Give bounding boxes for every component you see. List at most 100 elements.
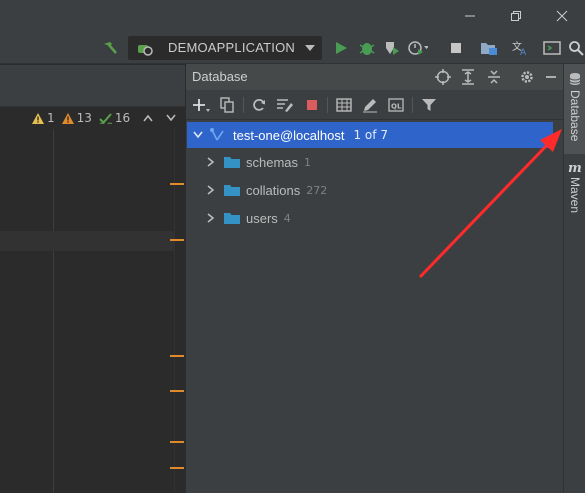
run-config-label: DEMOAPPLICATION xyxy=(168,40,296,55)
stop-icon xyxy=(451,43,461,53)
warnings-count: 1 xyxy=(47,111,55,125)
typos-indicator[interactable]: 16 xyxy=(99,111,130,125)
stripe-mark[interactable] xyxy=(170,467,184,469)
database-tool-button[interactable]: Database xyxy=(564,64,585,154)
svg-text:A: A xyxy=(520,48,527,56)
maven-tool-label: Maven xyxy=(568,177,582,214)
tree-node-schemas[interactable]: schemas 1 xyxy=(204,150,311,174)
tree-node-collations[interactable]: collations 272 xyxy=(204,178,327,202)
schema-properties-button[interactable] xyxy=(275,95,295,115)
users-count: 4 xyxy=(283,211,291,225)
debug-icon xyxy=(359,43,375,55)
users-label: users xyxy=(246,210,278,226)
restore-button[interactable] xyxy=(493,0,539,32)
collations-label: collations xyxy=(246,182,301,198)
expand-all-button[interactable] xyxy=(458,67,478,87)
search-everywhere-button[interactable] xyxy=(566,38,585,58)
refresh-button[interactable] xyxy=(249,95,269,115)
chevron-right-icon[interactable] xyxy=(204,157,218,167)
stop-connection-button[interactable] xyxy=(302,95,322,115)
minimize-panel-icon xyxy=(546,76,556,78)
maven-icon: m xyxy=(568,161,582,173)
chevron-right-icon[interactable] xyxy=(204,213,218,223)
stripe-mark[interactable] xyxy=(170,239,184,241)
close-window-button[interactable] xyxy=(539,0,585,32)
project-structure-button[interactable] xyxy=(479,38,499,58)
database-panel-header: Database xyxy=(186,64,564,90)
console-icon: QL xyxy=(388,98,404,112)
search-icon xyxy=(569,41,584,56)
close-icon xyxy=(556,10,568,22)
hammer-icon xyxy=(104,42,117,54)
main-toolbar: DEMOAPPLICATION 文A xyxy=(0,32,585,64)
warnings-indicator[interactable]: 1 xyxy=(32,111,55,125)
hide-panel-button[interactable] xyxy=(541,67,561,87)
run-config-selector[interactable]: DEMOAPPLICATION xyxy=(128,36,322,60)
folder-icon xyxy=(224,185,240,196)
profile-button[interactable] xyxy=(408,38,428,58)
caret-row-highlight xyxy=(0,231,174,251)
inspection-widget[interactable]: 1 13 16 xyxy=(32,107,176,129)
stop-button[interactable] xyxy=(446,38,466,58)
schemas-label: schemas xyxy=(246,154,299,170)
stripe-mark[interactable] xyxy=(170,390,184,392)
database-icon xyxy=(569,73,581,85)
crosshair-icon xyxy=(435,69,451,85)
restore-icon xyxy=(511,11,521,21)
expand-all-icon xyxy=(462,69,474,85)
locate-button[interactable] xyxy=(433,67,453,87)
table-icon xyxy=(336,98,352,112)
typos-count: 16 xyxy=(114,111,131,125)
folder-icon xyxy=(224,213,240,224)
chevron-right-icon[interactable] xyxy=(204,185,218,195)
toolbar-separator xyxy=(327,97,328,113)
filter-button[interactable] xyxy=(419,95,439,115)
debug-button[interactable] xyxy=(357,38,377,58)
panel-settings-button[interactable] xyxy=(517,67,537,87)
minimize-button[interactable] xyxy=(447,0,493,32)
open-table-button[interactable] xyxy=(334,95,354,115)
chevron-down-icon[interactable] xyxy=(166,114,176,122)
profile-icon xyxy=(408,41,428,55)
terminal-icon xyxy=(543,41,561,55)
weak-warnings-indicator[interactable]: 13 xyxy=(61,111,92,125)
stop-icon xyxy=(307,100,317,110)
coverage-button[interactable] xyxy=(382,38,402,58)
run-icon xyxy=(336,42,347,54)
run-config-icon xyxy=(138,45,153,56)
database-tree[interactable]: test-one@localhost 1 of 7 schemas 1 coll… xyxy=(186,121,564,493)
editor-area[interactable]: 1 13 16 xyxy=(0,65,185,493)
query-console-button[interactable]: QL xyxy=(386,95,406,115)
editor-tabs xyxy=(0,65,185,107)
dropdown-arrow-icon xyxy=(305,45,315,51)
stripe-mark[interactable] xyxy=(170,183,184,185)
datasource-badge: 1 of 7 xyxy=(353,128,388,142)
duplicate-button[interactable] xyxy=(217,95,237,115)
chevron-down-icon[interactable] xyxy=(191,131,205,139)
translate-icon: 文A xyxy=(512,40,527,56)
toolbar-separator xyxy=(412,97,413,113)
pencil-icon xyxy=(363,99,377,113)
right-tool-strip: Database m Maven xyxy=(563,64,585,493)
add-datasource-button[interactable] xyxy=(192,95,212,115)
edit-source-button[interactable] xyxy=(360,95,380,115)
translate-button[interactable]: 文A xyxy=(511,38,531,58)
gutter-divider xyxy=(53,129,54,493)
tree-node-datasource[interactable]: test-one@localhost 1 of 7 xyxy=(187,122,553,148)
chevron-up-icon[interactable] xyxy=(143,114,153,122)
stripe-mark[interactable] xyxy=(170,355,184,357)
database-panel-title: Database xyxy=(192,69,248,84)
schema-edit-icon xyxy=(277,99,293,112)
collapse-all-icon xyxy=(488,70,500,84)
maven-tool-button[interactable]: m Maven xyxy=(564,158,585,218)
stripe-mark[interactable] xyxy=(170,441,184,443)
build-button[interactable] xyxy=(100,38,120,58)
terminal-button[interactable] xyxy=(542,38,562,58)
warning-icon xyxy=(32,112,44,124)
collations-count: 272 xyxy=(306,183,328,197)
toolbar-separator xyxy=(243,97,244,113)
tree-node-users[interactable]: users 4 xyxy=(204,206,291,230)
run-button[interactable] xyxy=(331,38,351,58)
collapse-all-button[interactable] xyxy=(484,67,504,87)
minimize-icon xyxy=(465,15,475,17)
